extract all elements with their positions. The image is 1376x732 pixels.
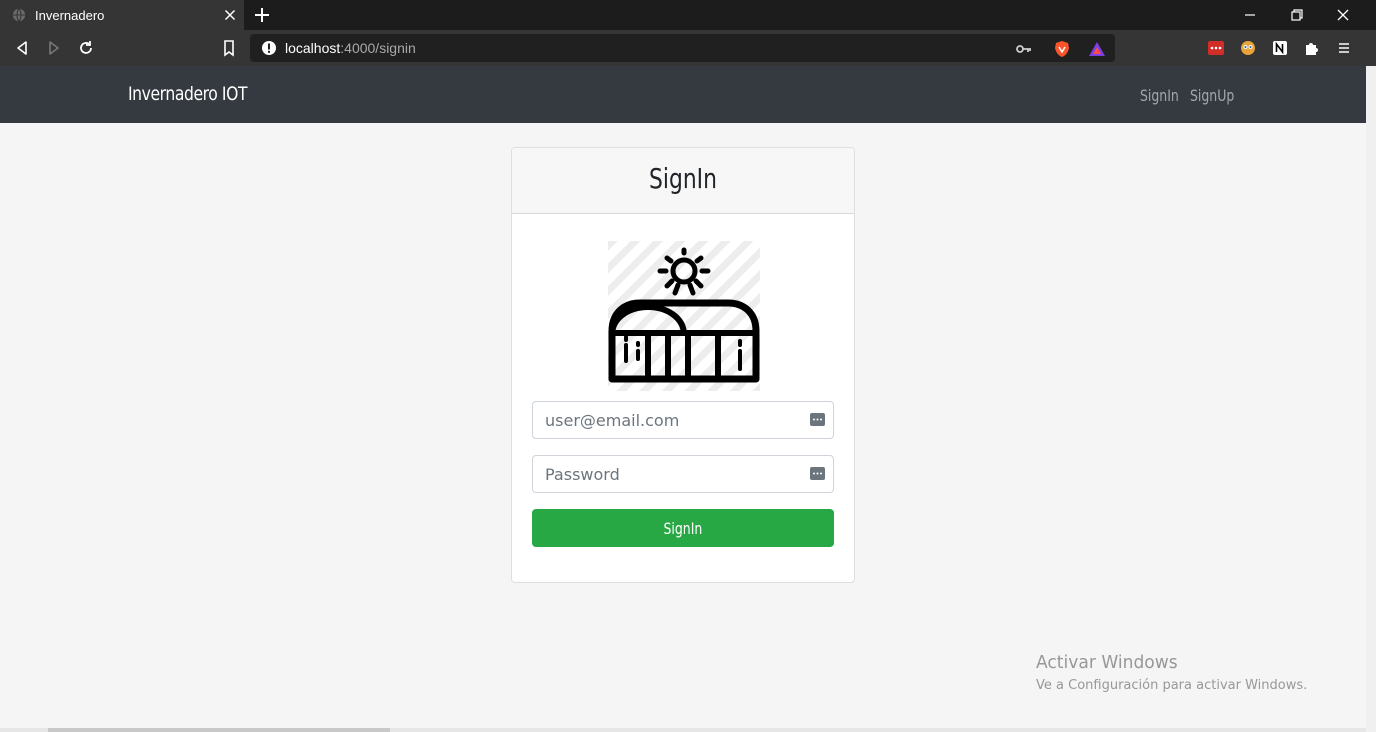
browser-tab[interactable]: Invernadero xyxy=(0,0,244,30)
card-title: SignIn xyxy=(649,162,717,195)
signin-card: SignIn user@email.com SignIn xyxy=(511,147,855,583)
signin-submit-label: SignIn xyxy=(663,518,703,538)
new-tab-icon[interactable] xyxy=(253,6,271,24)
watermark-title: Activar Windows xyxy=(1036,652,1178,673)
url-path: :4000/signin xyxy=(340,40,416,56)
windows-activation-watermark: Activar Windows Ve a Configuración para … xyxy=(1036,652,1307,693)
close-window-icon[interactable] xyxy=(1334,6,1352,24)
key-icon[interactable] xyxy=(1015,40,1033,58)
email-input[interactable] xyxy=(533,402,803,438)
notion-extension-icon[interactable] xyxy=(1271,39,1289,57)
close-tab-icon[interactable] xyxy=(222,7,238,23)
password-manager-icon[interactable] xyxy=(810,467,825,480)
password-input[interactable] xyxy=(533,456,803,492)
nav-link-signin[interactable]: SignIn xyxy=(1140,86,1179,105)
watermark-subtitle: Ve a Configuración para activar Windows. xyxy=(1036,678,1308,693)
bookmark-icon[interactable] xyxy=(220,39,238,57)
reload-icon[interactable] xyxy=(77,39,95,57)
site-info-icon[interactable] xyxy=(261,40,277,56)
restore-icon[interactable] xyxy=(1288,6,1306,24)
password-field[interactable] xyxy=(532,455,834,493)
page-viewport: Invernadero IOT SignIn SignUp SignIn use… xyxy=(0,66,1366,728)
brave-shield-icon[interactable] xyxy=(1053,40,1071,58)
signin-submit-button[interactable]: SignIn xyxy=(532,509,834,547)
email-field[interactable] xyxy=(532,401,834,439)
vertical-scrollbar[interactable] xyxy=(1366,66,1376,732)
brand-link[interactable]: Invernadero IOT xyxy=(128,83,247,105)
browser-tab-strip: Invernadero xyxy=(0,0,1376,30)
site-navbar: Invernadero IOT SignIn SignUp xyxy=(0,66,1366,123)
back-icon[interactable] xyxy=(13,39,31,57)
browser-toolbar: localhost:4000/signin xyxy=(0,30,1376,66)
forward-icon[interactable] xyxy=(45,39,63,57)
brave-rewards-icon[interactable] xyxy=(1088,40,1106,58)
translator-extension-icon[interactable] xyxy=(1239,39,1257,57)
tab-title: Invernadero xyxy=(35,7,105,23)
minimize-icon[interactable] xyxy=(1241,6,1259,24)
address-bar[interactable]: localhost:4000/signin xyxy=(250,34,1115,62)
url-text: localhost:4000/signin xyxy=(285,40,416,56)
menu-icon[interactable] xyxy=(1335,39,1353,57)
card-header: SignIn xyxy=(512,148,854,214)
lastpass-extension-icon[interactable] xyxy=(1207,39,1225,57)
extensions-puzzle-icon[interactable] xyxy=(1303,39,1321,57)
globe-icon xyxy=(12,8,26,22)
password-manager-icon[interactable] xyxy=(810,413,825,426)
greenhouse-sun-icon xyxy=(608,241,760,391)
nav-link-signup[interactable]: SignUp xyxy=(1190,86,1234,105)
url-host: localhost xyxy=(285,40,341,56)
horizontal-scrollbar-thumb[interactable] xyxy=(48,728,390,732)
